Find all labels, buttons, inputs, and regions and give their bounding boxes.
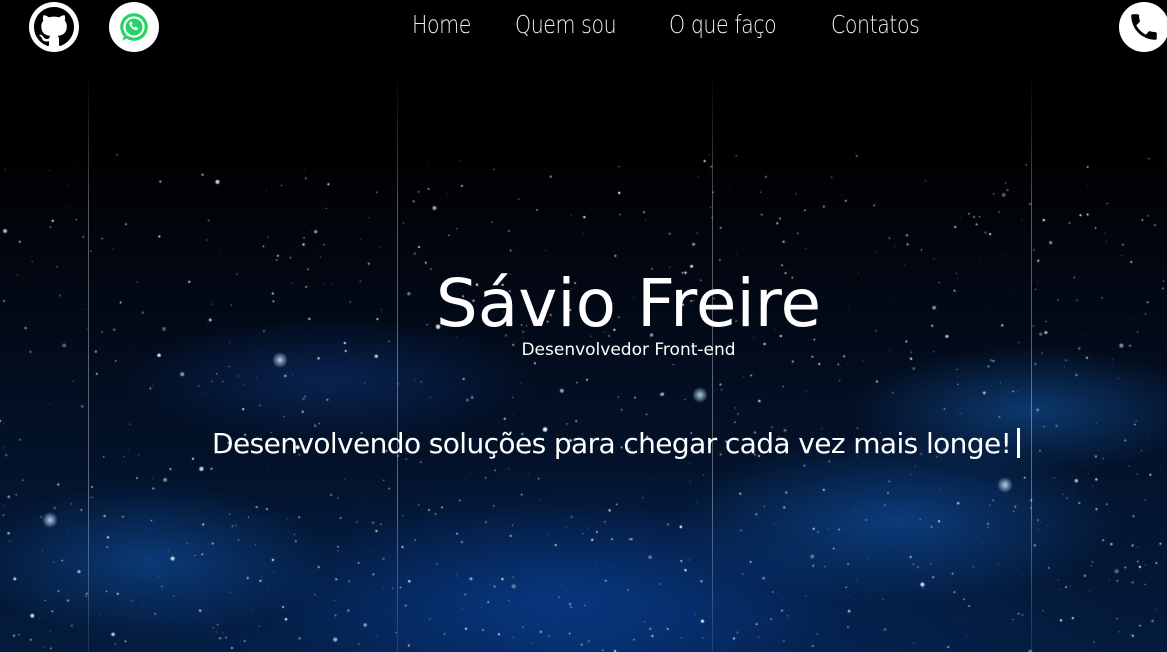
nav-o-que-faco[interactable]: O que faço	[669, 10, 777, 39]
nav-contatos[interactable]: Contatos	[831, 10, 920, 39]
hero-name: Sávio Freire	[435, 265, 822, 342]
typing-cursor	[1017, 428, 1021, 458]
phone-link[interactable]	[1119, 2, 1167, 52]
github-link[interactable]	[29, 2, 79, 52]
hero-tagline: Desenvolvendo soluções para chegar cada …	[212, 424, 1021, 464]
github-icon	[34, 7, 74, 47]
main-nav: Home Quem sou O que faço Contatos	[412, 10, 939, 39]
whatsapp-link[interactable]	[109, 2, 159, 52]
top-bar: Home Quem sou O que faço Contatos	[0, 0, 1167, 64]
phone-icon	[1131, 14, 1157, 40]
nav-home[interactable]: Home	[412, 10, 471, 39]
whatsapp-icon	[120, 13, 148, 41]
hero-role: Desenvolvedor Front-end	[521, 340, 736, 360]
hero-page: Home Quem sou O que faço Contatos Sávio …	[0, 0, 1167, 652]
typed-text: Desenvolvendo soluções para chegar cada …	[212, 427, 1012, 460]
nav-quem-sou[interactable]: Quem sou	[515, 10, 617, 39]
